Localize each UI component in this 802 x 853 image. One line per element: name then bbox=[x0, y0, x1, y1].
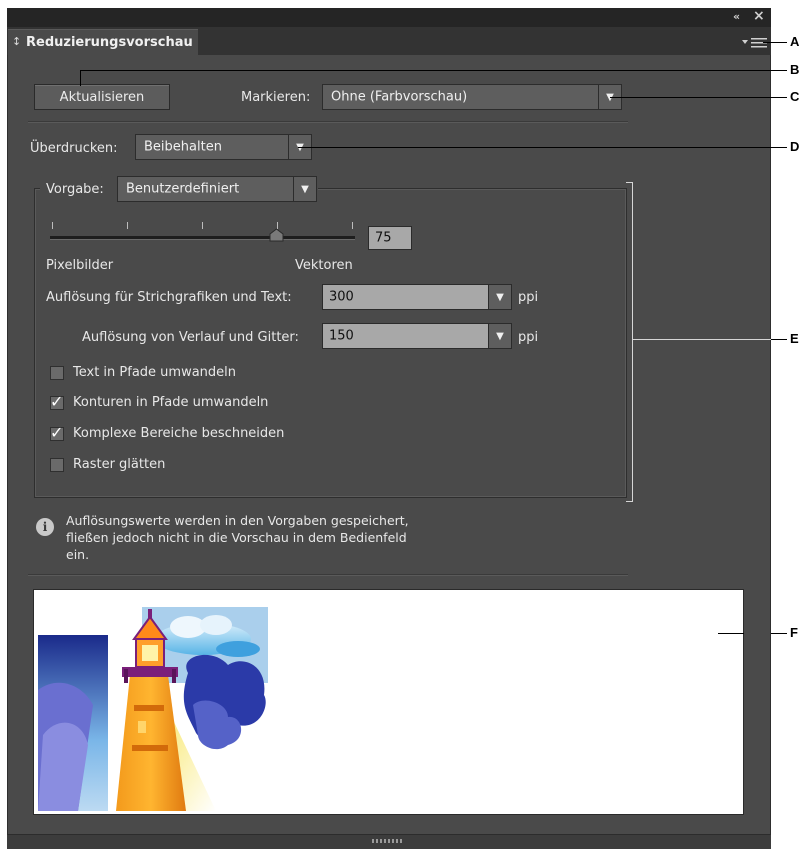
callout-line-a bbox=[763, 42, 787, 43]
info-text-line-3: ein. bbox=[66, 547, 90, 562]
chevron-down-icon: ▼ bbox=[293, 177, 316, 201]
callout-line-b-drop bbox=[80, 70, 81, 86]
line-art-resolution-label: Auflösung für Strichgrafiken und Text: bbox=[46, 290, 292, 305]
panel-title: Reduzierungsvorschau bbox=[26, 35, 193, 50]
checkbox-anti-alias-rasters[interactable] bbox=[50, 458, 64, 472]
info-icon: i bbox=[36, 518, 54, 536]
slider-value-field[interactable]: 75 bbox=[368, 226, 412, 250]
highlight-label: Markieren: bbox=[241, 90, 311, 105]
line-art-resolution-field[interactable]: 300 ▼ bbox=[322, 284, 512, 310]
slider-tick bbox=[352, 222, 353, 229]
overprint-label: Überdrucken: bbox=[30, 141, 118, 156]
callout-a: A bbox=[790, 34, 800, 49]
divider bbox=[28, 121, 628, 123]
callout-line-e-inner bbox=[633, 339, 787, 340]
double-chevron-left-icon[interactable]: « bbox=[733, 10, 740, 23]
highlight-dropdown[interactable]: Ohne (Farbvorschau) ▼ bbox=[322, 84, 622, 110]
preset-label: Vorgabe: bbox=[46, 182, 104, 197]
slider-tick bbox=[52, 222, 53, 229]
vector-label: Vektoren bbox=[295, 258, 353, 273]
callout-c: C bbox=[790, 89, 800, 104]
close-icon[interactable]: × bbox=[753, 8, 765, 24]
preset-dropdown[interactable]: Benutzerdefiniert ▼ bbox=[117, 176, 317, 202]
gradient-resolution-field[interactable]: 150 ▼ bbox=[322, 323, 512, 349]
panel-menu-icon[interactable] bbox=[740, 37, 770, 49]
lighthouse-preview-image bbox=[38, 595, 276, 811]
panel-title-bar bbox=[7, 8, 771, 27]
callout-line-c bbox=[610, 97, 787, 98]
checkbox-text-to-outlines[interactable] bbox=[50, 366, 64, 380]
overprint-value: Beibehalten bbox=[144, 139, 222, 155]
chevron-down-icon[interactable]: ▼ bbox=[488, 324, 511, 348]
callout-d: D bbox=[790, 139, 800, 154]
gradient-resolution-label: Auflösung von Verlauf und Gitter: bbox=[82, 330, 299, 345]
callout-line-f bbox=[771, 633, 787, 634]
slider-tick bbox=[127, 222, 128, 229]
preset-value: Benutzerdefiniert bbox=[126, 181, 240, 197]
info-text-line-2: fließen jedoch nicht in die Vorschau in … bbox=[66, 530, 407, 545]
checkbox-label: Komplexe Bereiche beschneiden bbox=[73, 426, 285, 441]
callout-line-f-inner bbox=[718, 633, 744, 634]
callout-bracket-e bbox=[626, 182, 633, 502]
gradient-resolution-value: 150 bbox=[329, 328, 354, 344]
slider-value: 75 bbox=[375, 230, 392, 246]
checkbox-label: Text in Pfade umwandeln bbox=[73, 365, 237, 380]
callout-e: E bbox=[790, 331, 799, 346]
checkmark-icon: ✓ bbox=[50, 392, 64, 411]
divider bbox=[28, 574, 628, 576]
slider-thumb[interactable] bbox=[269, 228, 284, 242]
checkmark-icon: ✓ bbox=[50, 423, 64, 442]
highlight-value: Ohne (Farbvorschau) bbox=[331, 89, 468, 105]
callout-line-b bbox=[80, 70, 787, 71]
callout-f: F bbox=[790, 625, 798, 640]
callout-b: B bbox=[790, 62, 800, 77]
slider-track[interactable] bbox=[50, 236, 355, 240]
updown-chevron-icon: ↕ bbox=[12, 35, 22, 48]
line-art-resolution-value: 300 bbox=[329, 289, 354, 305]
callout-line-e bbox=[771, 339, 787, 340]
info-text-line-1: Auflösungswerte werden in den Vorgaben g… bbox=[66, 513, 409, 528]
ppi-unit: ppi bbox=[518, 290, 539, 305]
callout-line-d bbox=[298, 147, 787, 148]
overprint-dropdown[interactable]: Beibehalten ▼ bbox=[135, 134, 312, 160]
raster-label: Pixelbilder bbox=[46, 258, 114, 273]
refresh-button[interactable]: Aktualisieren bbox=[34, 84, 170, 110]
slider-tick bbox=[202, 222, 203, 229]
ppi-unit: ppi bbox=[518, 330, 539, 345]
checkbox-label: Raster glätten bbox=[73, 457, 166, 472]
resize-grip-icon[interactable] bbox=[372, 839, 402, 843]
chevron-down-icon[interactable]: ▼ bbox=[488, 285, 511, 309]
checkbox-label: Konturen in Pfade umwandeln bbox=[73, 395, 269, 410]
